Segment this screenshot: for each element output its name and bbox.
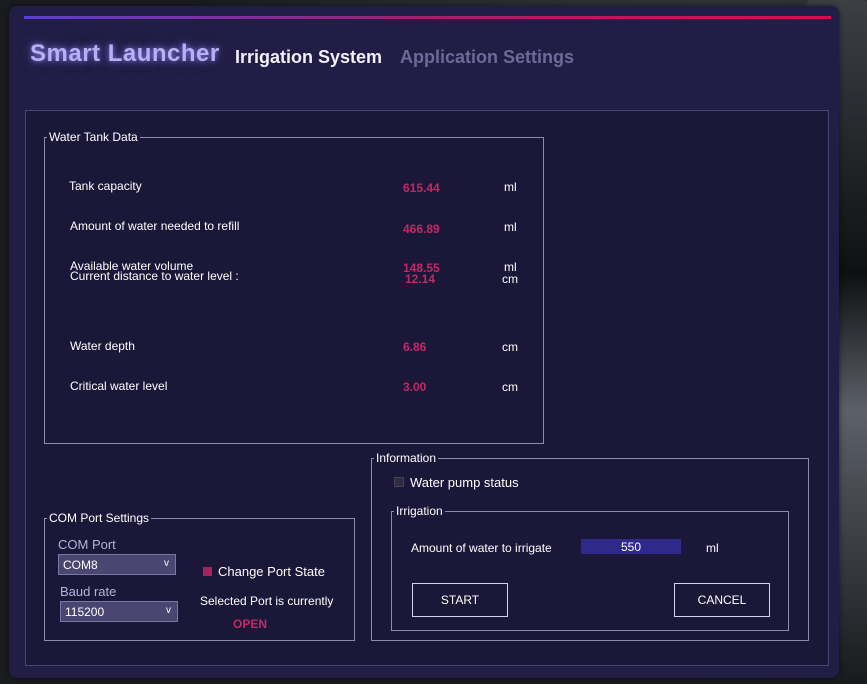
chevron-down-icon: v — [164, 558, 169, 569]
baud-rate-select[interactable]: 115200 v — [60, 601, 178, 622]
critical-level-unit: cm — [502, 380, 518, 394]
tank-capacity-label: Tank capacity — [69, 179, 142, 193]
water-tank-group: Water Tank Data — [44, 130, 544, 444]
chevron-down-icon: v — [166, 605, 171, 616]
port-state-status: OPEN — [233, 617, 268, 631]
water-pump-status-checkbox[interactable] — [394, 477, 404, 487]
accent-bar — [24, 16, 831, 19]
irrigation-amount-label: Amount of water to irrigate — [411, 541, 552, 555]
irrigation-group-title: Irrigation — [396, 504, 443, 518]
water-depth-label: Water depth — [70, 339, 135, 353]
distance-to-water-unit: cm — [502, 272, 518, 286]
app-window: Smart Launcher Irrigation System Applica… — [9, 6, 839, 678]
change-port-state-label[interactable]: Change Port State — [218, 564, 325, 579]
app-title: Smart Launcher — [30, 40, 220, 67]
refill-amount-label: Amount of water needed to refill — [70, 219, 240, 233]
water-pump-status-label[interactable]: Water pump status — [410, 475, 519, 490]
water-depth-value: 6.86 — [403, 340, 427, 354]
cancel-button[interactable]: CANCEL — [674, 583, 770, 617]
selected-port-text: Selected Port is currently — [200, 594, 334, 608]
water-tank-group-title: Water Tank Data — [49, 130, 138, 144]
information-group-title: Information — [376, 451, 437, 465]
com-port-group-title: COM Port Settings — [49, 511, 150, 525]
com-port-selected-value: COM8 — [63, 558, 98, 572]
com-port-label: COM Port — [58, 537, 116, 552]
distance-to-water-value: 12.14 — [405, 272, 436, 286]
baud-rate-label: Baud rate — [60, 584, 117, 599]
irrigation-amount-unit: ml — [706, 541, 719, 555]
tank-capacity-value: 615.44 — [403, 181, 440, 195]
tab-irrigation-system[interactable]: Irrigation System — [235, 47, 382, 68]
tank-capacity-unit: ml — [504, 180, 517, 194]
critical-level-label: Critical water level — [70, 379, 168, 393]
refill-amount-unit: ml — [504, 220, 517, 234]
tab-application-settings[interactable]: Application Settings — [400, 47, 574, 68]
critical-level-value: 3.00 — [403, 380, 427, 394]
water-depth-unit: cm — [502, 340, 518, 354]
distance-to-water-label: Current distance to water level : — [70, 269, 239, 283]
change-port-state-checkbox[interactable] — [203, 567, 212, 576]
start-button[interactable]: START — [412, 583, 508, 617]
irrigation-amount-input[interactable] — [581, 539, 681, 554]
refill-amount-value: 466.89 — [403, 222, 440, 236]
com-port-select[interactable]: COM8 v — [58, 554, 176, 575]
baud-rate-selected-value: 115200 — [65, 605, 105, 619]
